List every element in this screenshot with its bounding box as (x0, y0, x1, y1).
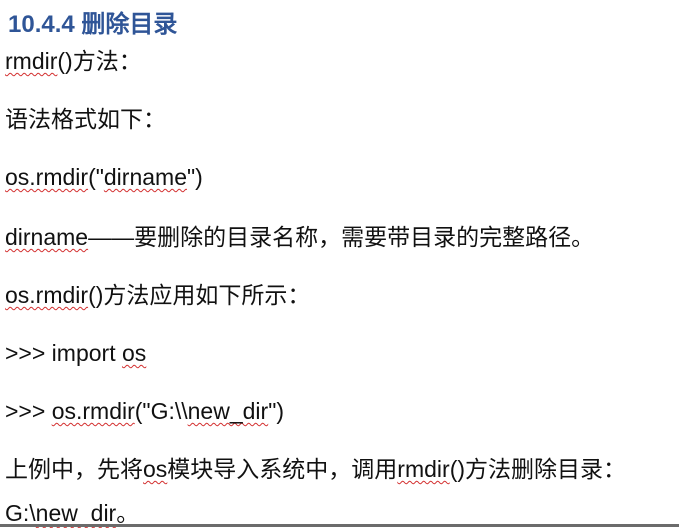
code-arg-suffix: ") (268, 398, 285, 424)
code-line-rmdir-call: >>> os.rmdir("G:\\new_dir") (5, 396, 284, 426)
code-term-os-rmdir: os.rmdir (51, 398, 135, 424)
text-explanation-part3: ()方法删除目录： (449, 456, 627, 482)
section-heading: 10.4.4 删除目录 (8, 11, 178, 38)
paragraph-explanation: 上例中，先将os模块导入系统中，调用rmdir()方法删除目录： (5, 454, 626, 484)
text-dirname-desc: ——要删除的目录名称，需要带目录的完整路径。 (88, 224, 595, 250)
code-term-os-rmdir: os.rmdir (5, 164, 89, 190)
text-method-suffix: ()方法： (57, 48, 142, 74)
code-arg-prefix: ("G:\\ (134, 398, 188, 424)
code-term-rmdir: rmdir (5, 48, 58, 74)
paragraph-rmdir-method: rmdir()方法： (5, 46, 142, 76)
text-syntax-format: 语法格式如下： (5, 106, 166, 132)
code-term-dirname: dirname (103, 164, 187, 190)
code-prompt-import: >>> import (5, 340, 122, 366)
paragraph-syntax-label: 语法格式如下： (5, 104, 166, 134)
code-paren-close: ") (187, 164, 203, 190)
text-period: 。 (116, 500, 140, 526)
code-term-new-dir: new_dir (187, 398, 269, 424)
code-term-os: os (121, 340, 147, 366)
code-term-new-dir: new_dir (35, 500, 117, 526)
code-paren-open: (" (88, 164, 104, 190)
code-term-rmdir: rmdir (397, 456, 450, 482)
code-term-os: os (143, 456, 168, 482)
code-line-import: >>> import os (5, 338, 146, 368)
document-page: 10.4.4 删除目录 rmdir()方法： 语法格式如下： os.rmdir(… (0, 0, 679, 527)
text-explanation-part1: 上例中，先将 (5, 456, 143, 482)
text-explanation-part2: 模块导入系统中，调用 (167, 456, 398, 482)
code-term-dirname: dirname (5, 224, 89, 250)
code-prompt: >>> (5, 398, 52, 424)
paragraph-example-intro: os.rmdir()方法应用如下所示： (5, 280, 310, 310)
code-term-os-rmdir: os.rmdir (5, 282, 89, 308)
paragraph-dirname-desc: dirname——要删除的目录名称，需要带目录的完整路径。 (5, 222, 594, 252)
text-example-intro: ()方法应用如下所示： (88, 282, 311, 308)
paragraph-syntax-code: os.rmdir("dirname") (5, 162, 203, 192)
text-drive-path: G:\ (5, 500, 36, 526)
